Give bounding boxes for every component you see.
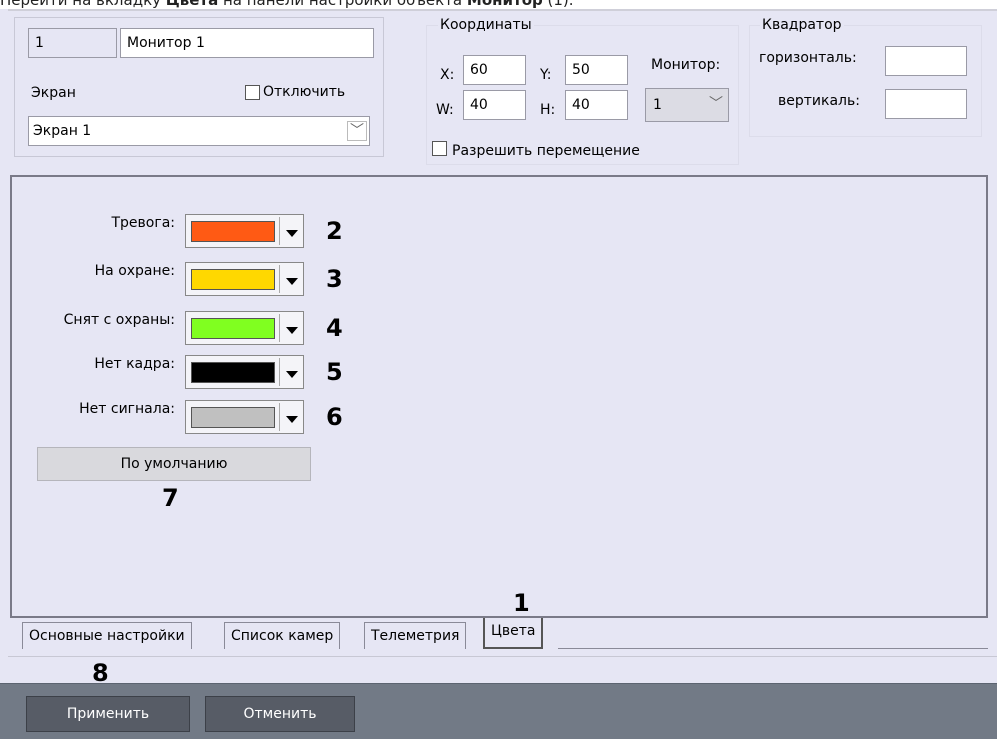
h-field[interactable]: 40 xyxy=(565,90,628,120)
tab-camera-list[interactable]: Список камер xyxy=(224,622,341,649)
callout-8: 8 xyxy=(92,659,109,687)
disable-label: Отключить xyxy=(263,84,346,100)
dropdown-arrow-icon xyxy=(286,371,298,378)
picker-separator xyxy=(279,403,280,431)
alarm-color-swatch xyxy=(191,221,275,242)
monitor-label: Монитор: xyxy=(651,57,721,73)
no-frame-color-label: Нет кадра: xyxy=(94,356,175,372)
callout-1: 1 xyxy=(513,589,530,617)
callout-7: 7 xyxy=(162,484,179,512)
default-button[interactable]: По умолчанию xyxy=(37,447,311,481)
callout-6: 6 xyxy=(326,403,343,431)
disable-checkbox[interactable] xyxy=(245,85,260,100)
picker-separator xyxy=(279,217,280,245)
chevron-down-icon: ﹀ xyxy=(347,121,367,141)
screen-select[interactable]: Экран 1 ﹀ xyxy=(28,116,370,146)
y-label: Y: xyxy=(540,67,552,83)
tab-main-settings[interactable]: Основные настройки xyxy=(22,622,192,649)
monitor-select[interactable]: 1 ﹀ xyxy=(645,88,729,122)
alarm-color-label: Тревога: xyxy=(111,215,175,231)
no-signal-color-swatch xyxy=(191,407,275,428)
vertical-label: вертикаль: xyxy=(778,93,860,109)
allow-move-label: Разрешить перемещение xyxy=(452,143,640,159)
no-signal-color-picker[interactable] xyxy=(185,400,304,434)
screen-select-value: Экран 1 xyxy=(33,123,92,139)
alarm-color-picker[interactable] xyxy=(185,214,304,248)
callout-8-area xyxy=(0,664,997,684)
dropdown-arrow-icon xyxy=(286,278,298,285)
tab-colors[interactable]: Цвета xyxy=(483,618,544,649)
tab-telemetry[interactable]: Телеметрия xyxy=(364,622,467,649)
tab-strip-bottom-line xyxy=(8,656,997,657)
no-frame-color-swatch xyxy=(191,362,275,383)
quadrator-group xyxy=(749,25,982,137)
screen-label: Экран xyxy=(31,85,76,101)
dropdown-arrow-icon xyxy=(286,327,298,334)
horizontal-label: горизонталь: xyxy=(759,50,857,66)
no-frame-color-picker[interactable] xyxy=(185,355,304,389)
w-field[interactable]: 40 xyxy=(463,90,526,120)
x-field[interactable]: 60 xyxy=(463,55,526,85)
dropdown-arrow-icon xyxy=(286,416,298,423)
x-label: X: xyxy=(440,67,455,83)
chevron-down-icon: ﹀ xyxy=(709,96,723,112)
quadrator-title: Квадратор xyxy=(760,17,844,33)
tab-strip-baseline xyxy=(558,648,988,649)
callout-5: 5 xyxy=(326,358,343,386)
picker-separator xyxy=(279,314,280,342)
vertical-field[interactable] xyxy=(885,89,967,119)
disarmed-color-swatch xyxy=(191,318,275,339)
armed-color-picker[interactable] xyxy=(185,262,304,296)
window-top-border xyxy=(8,9,997,11)
picker-separator xyxy=(279,265,280,293)
cancel-button[interactable]: Отменить xyxy=(205,696,355,732)
armed-color-swatch xyxy=(191,269,275,290)
apply-button[interactable]: Применить xyxy=(26,696,190,732)
callout-2: 2 xyxy=(326,217,343,245)
armed-color-label: На охране: xyxy=(94,263,175,279)
monitor-name-field[interactable]: Монитор 1 xyxy=(120,28,374,58)
colors-tab-panel xyxy=(10,175,988,618)
picker-separator xyxy=(279,358,280,386)
disarmed-color-label: Снят с охраны: xyxy=(63,312,175,328)
no-signal-color-label: Нет сигнала: xyxy=(79,401,175,417)
allow-move-checkbox[interactable] xyxy=(432,141,447,156)
dropdown-arrow-icon xyxy=(286,230,298,237)
y-field[interactable]: 50 xyxy=(565,55,628,85)
coordinates-title: Координаты xyxy=(438,17,534,33)
doc-instruction-text: Перейти на вкладку Цвета на панели настр… xyxy=(0,0,574,9)
callout-4: 4 xyxy=(326,314,343,342)
callout-3: 3 xyxy=(326,265,343,293)
monitor-select-value: 1 xyxy=(653,97,662,113)
h-label: H: xyxy=(540,102,556,118)
w-label: W: xyxy=(436,102,454,118)
monitor-id-field[interactable]: 1 xyxy=(28,28,117,58)
horizontal-field[interactable] xyxy=(885,46,967,76)
disarmed-color-picker[interactable] xyxy=(185,311,304,345)
